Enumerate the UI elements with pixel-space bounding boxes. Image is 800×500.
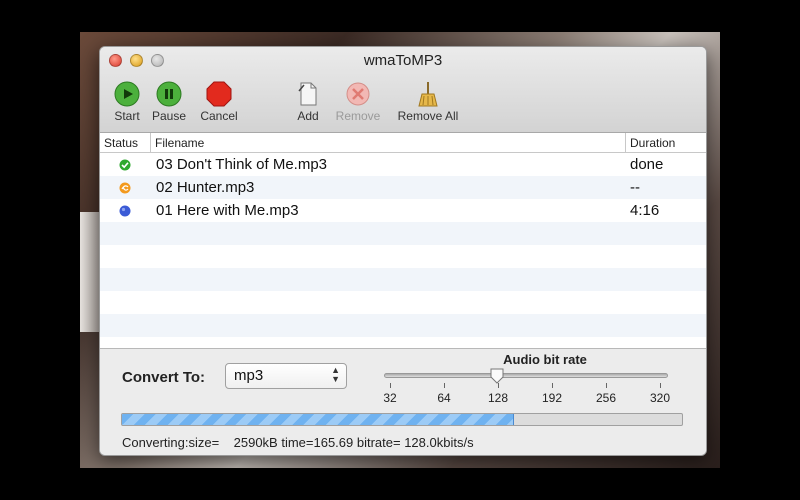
- remove-all-button[interactable]: Remove All: [388, 81, 468, 123]
- format-select-value: mp3: [234, 367, 264, 384]
- converting-icon: [119, 182, 131, 193]
- status-column-header[interactable]: Status: [100, 133, 150, 152]
- table-header: Status Filename Duration: [100, 133, 706, 153]
- bitrate-tick-label: 192: [541, 391, 563, 405]
- bitrate-tick-labels: 32 64 128 192 256 320: [100, 391, 706, 405]
- bitrate-tick: [552, 383, 553, 388]
- remove-label: Remove: [335, 109, 381, 123]
- bitrate-label: Audio bit rate: [503, 352, 587, 367]
- empty-row: [100, 222, 706, 245]
- table-row[interactable]: 03 Don't Think of Me.mp3 done: [100, 153, 706, 176]
- row-duration: done: [630, 156, 664, 173]
- table-row[interactable]: 02 Hunter.mp3 --: [100, 176, 706, 199]
- bitrate-tick-label: 128: [487, 391, 509, 405]
- filename-column-header[interactable]: Filename: [150, 133, 625, 152]
- file-list: 03 Don't Think of Me.mp3 done 02 Hunter.…: [100, 153, 706, 348]
- empty-row: [100, 268, 706, 291]
- row-filename: 02 Hunter.mp3: [156, 179, 255, 196]
- remove-icon: [346, 82, 370, 106]
- bitrate-tick: [390, 383, 391, 388]
- options-panel: Convert To: mp3 ▲ ▼ Audio bit rate 32 64 12…: [100, 348, 706, 455]
- stop-icon: [206, 81, 232, 107]
- bitrate-ticks: [384, 383, 668, 389]
- row-filename: 03 Don't Think of Me.mp3: [156, 156, 328, 173]
- pause-label: Pause: [151, 109, 187, 123]
- add-label: Add: [297, 109, 319, 123]
- bitrate-slider-track[interactable]: [384, 373, 668, 378]
- duration-column-header[interactable]: Duration: [625, 133, 706, 152]
- pending-icon: [119, 205, 131, 216]
- conversion-status-text: Converting:size= 2590kB time=165.69 bitr…: [122, 435, 474, 450]
- progress-fill: [122, 414, 514, 425]
- cancel-label: Cancel: [200, 109, 238, 123]
- row-duration: 4:16: [630, 202, 660, 219]
- updown-arrows-icon: ▲ ▼: [331, 365, 340, 384]
- conversion-progress-bar: [121, 413, 683, 426]
- add-file-icon: [298, 82, 317, 106]
- pause-icon: [156, 81, 182, 107]
- bitrate-slider-thumb[interactable]: [489, 368, 505, 384]
- broom-icon: [418, 82, 438, 107]
- format-select[interactable]: mp3 ▲ ▼: [225, 363, 347, 389]
- play-icon: [114, 81, 140, 107]
- convert-to-label: Convert To:: [122, 369, 206, 386]
- remove-button[interactable]: Remove: [328, 81, 388, 123]
- bitrate-tick: [606, 383, 607, 388]
- row-duration: --: [630, 179, 640, 196]
- bitrate-tick-label: 320: [649, 391, 671, 405]
- bitrate-tick: [660, 383, 661, 388]
- check-icon: [119, 159, 131, 170]
- bitrate-tick-label: 32: [383, 391, 397, 405]
- app-window: wmaToMP3 Start Pause Cancel Add Remove R…: [99, 46, 707, 456]
- bitrate-tick-label: 256: [595, 391, 617, 405]
- cancel-button[interactable]: Cancel: [189, 81, 249, 123]
- bitrate-tick: [444, 383, 445, 388]
- bitrate-tick-label: 64: [437, 391, 451, 405]
- empty-row: [100, 314, 706, 337]
- table-row[interactable]: 01 Here with Me.mp3 4:16: [100, 199, 706, 222]
- title-toolbar: wmaToMP3 Start Pause Cancel Add Remove R…: [100, 47, 706, 133]
- empty-row: [100, 245, 706, 268]
- bitrate-tick: [498, 383, 499, 388]
- remove-all-label: Remove All: [397, 109, 459, 123]
- start-label: Start: [114, 109, 140, 123]
- window-title: wmaToMP3: [363, 52, 443, 69]
- row-filename: 01 Here with Me.mp3: [156, 202, 299, 219]
- empty-row: [100, 291, 706, 314]
